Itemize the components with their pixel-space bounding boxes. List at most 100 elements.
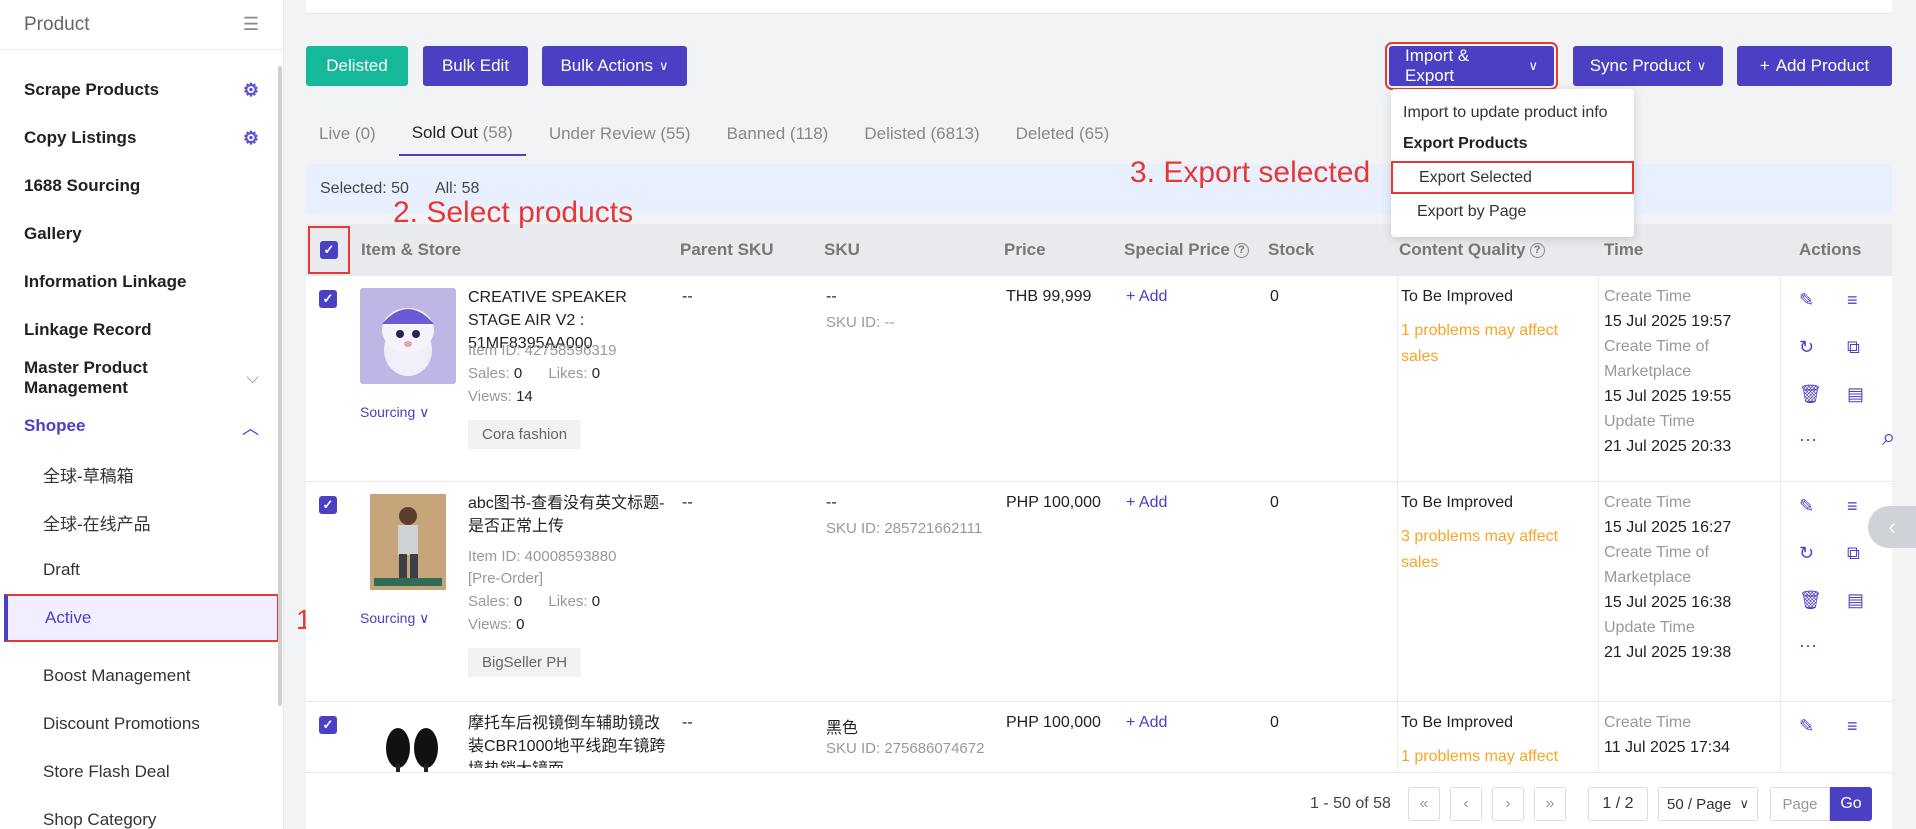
copy-icon[interactable]: ⧉ (1847, 337, 1860, 358)
sidebar-subitem-discount-promotions[interactable]: Discount Promotions (0, 700, 283, 748)
sidebar-item-shopee[interactable]: Shopee ︿ (0, 402, 283, 450)
top-panel (306, 0, 1892, 14)
chevron-down-icon: ∨ (1739, 796, 1749, 811)
sidebar-item-copy-listings[interactable]: Copy Listings ⚙ (0, 114, 283, 162)
product-thumbnail[interactable] (360, 288, 456, 384)
tab-count: (55) (660, 124, 691, 143)
views-value: 0 (516, 616, 525, 633)
edit-icon[interactable]: ✎ (1799, 716, 1814, 737)
sidebar-item-1688-sourcing[interactable]: 1688 Sourcing (0, 162, 283, 210)
notes-icon[interactable]: ▤ (1847, 384, 1864, 405)
menu-item-import-update[interactable]: Import to update product info (1391, 97, 1634, 128)
delisted-button[interactable]: Delisted (306, 46, 408, 86)
bulk-edit-button[interactable]: Bulk Edit (423, 46, 528, 86)
copy-icon[interactable]: ⧉ (1847, 543, 1860, 564)
tab-label: Deleted (1015, 124, 1075, 143)
per-page-select[interactable]: 50 / Page ∨ (1658, 787, 1758, 821)
collapse-menu-icon[interactable]: ☰ (243, 14, 259, 35)
sync-icon[interactable]: ↻ (1799, 337, 1814, 358)
next-page-icon[interactable]: › (1492, 787, 1524, 821)
sidebar-subitem-active[interactable]: Active (4, 594, 279, 642)
gear-icon[interactable]: ⚙ (243, 80, 259, 101)
sync-icon[interactable]: ↻ (1799, 543, 1814, 564)
quality-problems-link[interactable]: 1 problems may affect (1401, 744, 1581, 770)
search-icon[interactable]: ⌕ (1882, 424, 1895, 452)
bulk-actions-button[interactable]: Bulk Actions ∨ (542, 46, 687, 86)
parent-sku: -- (682, 494, 693, 511)
add-special-price-link[interactable]: + Add (1126, 288, 1167, 306)
sidebar-subitem-draft[interactable]: Draft (0, 546, 283, 594)
tab-deleted[interactable]: Deleted (65) (1003, 112, 1123, 156)
tab-sold-out[interactable]: Sold Out (58) (398, 112, 526, 156)
last-page-icon[interactable]: » (1534, 787, 1566, 821)
more-icon[interactable]: ··· (1799, 635, 1817, 656)
sales-value: 0 (513, 593, 523, 610)
column-special-price: Special Price ? (1124, 224, 1249, 276)
tab-banned[interactable]: Banned (118) (714, 112, 842, 156)
edit-icon[interactable]: ✎ (1799, 496, 1814, 517)
more-icon[interactable]: ··· (1799, 429, 1817, 450)
first-page-icon[interactable]: « (1408, 787, 1440, 821)
product-thumbnail[interactable] (360, 494, 456, 590)
sidebar-subitem-store-flash-deal[interactable]: Store Flash Deal (0, 748, 283, 796)
add-special-price-link[interactable]: + Add (1126, 494, 1167, 512)
sourcing-dropdown[interactable]: Sourcing ∨ (360, 404, 429, 421)
tab-count: (0) (354, 124, 376, 143)
row-checkbox[interactable]: ✓ (319, 716, 337, 734)
sort-list-icon[interactable]: ≡ (1847, 496, 1858, 517)
import-export-button[interactable]: Import & Export ∨ (1385, 42, 1558, 90)
select-all-checkbox[interactable]: ✓ (320, 241, 338, 259)
sidebar-subitem-boost-management[interactable]: Boost Management (0, 652, 283, 700)
sourcing-dropdown[interactable]: Sourcing ∨ (360, 610, 429, 627)
help-icon[interactable]: ? (1529, 242, 1545, 258)
sync-product-button[interactable]: Sync Product ∨ (1573, 46, 1723, 86)
row-checkbox[interactable]: ✓ (319, 290, 337, 308)
time-label: Update Time (1604, 413, 1695, 430)
notes-icon[interactable]: ▤ (1847, 590, 1864, 611)
sidebar-header: Product ☰ (0, 0, 283, 50)
chevron-left-icon[interactable]: ‹ (1868, 506, 1916, 548)
sort-list-icon[interactable]: ≡ (1847, 716, 1858, 737)
sort-list-icon[interactable]: ≡ (1847, 290, 1858, 311)
delete-icon[interactable]: 🗑 (1799, 384, 1822, 405)
menu-item-export-selected[interactable]: Export Selected (1391, 161, 1634, 194)
sidebar-item-information-linkage[interactable]: Information Linkage (0, 258, 283, 306)
tab-count: (58) (482, 123, 513, 142)
time-label: Create Time (1604, 494, 1692, 511)
menu-item-export-by-page[interactable]: Export by Page (1391, 196, 1634, 227)
sidebar-item-scrape-products[interactable]: Scrape Products ⚙ (0, 66, 283, 114)
sku-id: SKU ID: 275686074672 (826, 740, 985, 757)
import-export-label: Import & Export (1405, 46, 1470, 85)
delete-icon[interactable]: 🗑 (1799, 590, 1822, 611)
sidebar-item-linkage-record[interactable]: Linkage Record (0, 306, 283, 354)
sidebar-subitem-global-draft[interactable]: 全球-草稿箱 (0, 450, 283, 498)
sidebar-scrollbar[interactable] (278, 66, 282, 706)
product-title[interactable]: abc图书-查看没有英文标题-是否正常上传 (468, 492, 668, 538)
tab-delisted[interactable]: Delisted (6813) (851, 112, 992, 156)
sidebar-item-master-product-management[interactable]: Master Product Management ⌵ (0, 354, 283, 402)
sidebar-subitem-shop-category[interactable]: Shop Category (0, 796, 283, 829)
sidebar-subitem-global-online[interactable]: 全球-在线产品 (0, 498, 283, 546)
product-title[interactable]: 摩托车后视镜倒车辅助镜改装CBR1000地平线跑车镜跨境热销大镜面 (468, 712, 668, 768)
chevron-down-icon: ∨ (1696, 58, 1707, 73)
edit-icon[interactable]: ✎ (1799, 290, 1814, 311)
column-parent-sku: Parent SKU (680, 240, 774, 259)
prev-page-icon[interactable]: ‹ (1450, 787, 1482, 821)
add-product-button[interactable]: + Add Product (1737, 46, 1892, 86)
page-input[interactable]: Page (1770, 787, 1830, 821)
sidebar-item-label: Information Linkage (24, 272, 187, 291)
help-icon[interactable]: ? (1233, 242, 1249, 258)
add-special-price-link[interactable]: + Add (1126, 714, 1167, 732)
price: PHP 100,000 (1006, 714, 1101, 731)
tab-live[interactable]: Live (0) (306, 112, 389, 156)
sidebar-item-gallery[interactable]: Gallery (0, 210, 283, 258)
go-button[interactable]: Go (1830, 787, 1872, 821)
tab-under-review[interactable]: Under Review (55) (536, 112, 704, 156)
quality-problems-link[interactable]: 3 problems may affect sales (1401, 524, 1581, 576)
product-thumbnail[interactable] (360, 714, 456, 772)
quality-problems-link[interactable]: 1 problems may affect sales (1401, 318, 1581, 370)
gear-icon[interactable]: ⚙ (243, 128, 259, 149)
sku: 黑色 (826, 720, 859, 737)
time-label: Create Time of Marketplace (1604, 544, 1709, 586)
row-checkbox[interactable]: ✓ (319, 496, 337, 514)
